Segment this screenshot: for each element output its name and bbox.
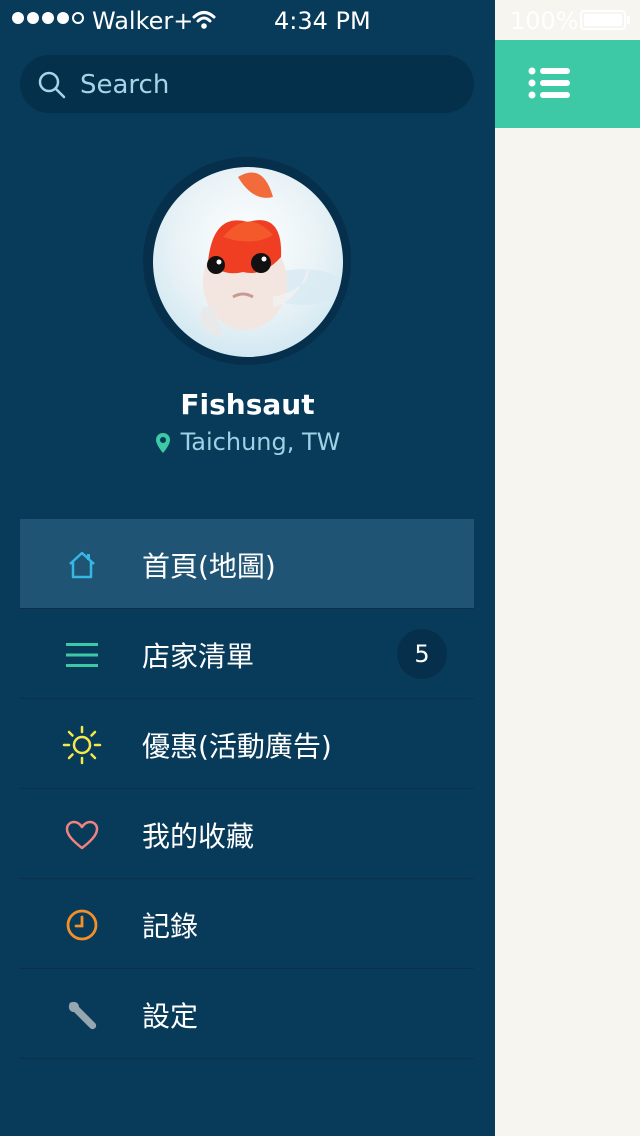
clock: 4:34 PM	[274, 7, 371, 35]
menu-item-promotions[interactable]: 優惠(活動廣告)	[20, 699, 474, 789]
wifi-icon	[192, 11, 216, 29]
menu-item-label: 記錄	[142, 910, 199, 943]
avatar[interactable]	[153, 167, 343, 357]
home-icon	[62, 545, 102, 585]
count-badge: 5	[397, 629, 447, 679]
main-content	[495, 0, 640, 1136]
menu-item-label: 我的收藏	[142, 820, 255, 853]
sun-icon	[62, 725, 102, 765]
clock-icon	[62, 905, 102, 945]
wrench-icon	[62, 995, 102, 1035]
menu-item-label: 店家清單	[142, 640, 255, 673]
signal-strength-icon	[12, 12, 84, 24]
search-icon	[38, 71, 66, 99]
status-bar: Walker+ 4:34 PM 100%	[0, 0, 640, 40]
search-bar[interactable]	[20, 55, 474, 113]
menu-item-favorites[interactable]: 我的收藏	[20, 789, 474, 879]
heart-icon	[62, 815, 102, 855]
menu-item-label: 設定	[142, 1000, 199, 1033]
battery-icon	[580, 10, 626, 30]
menu-item-label: 優惠(活動廣告)	[142, 730, 332, 763]
location-pin-icon	[155, 433, 170, 453]
profile-name: Fishsaut	[180, 388, 315, 421]
menu-item-settings[interactable]: 設定	[20, 969, 474, 1059]
menu-item-home-map[interactable]: 首頁(地圖)	[20, 519, 474, 609]
drawer-menu: 首頁(地圖) 店家清單 5 優惠(活動廣告) 我的收藏 記錄 設定	[20, 519, 474, 1059]
list-menu-icon	[528, 67, 570, 99]
menu-toggle-button[interactable]	[528, 66, 572, 100]
goldfish-image	[200, 172, 343, 337]
menu-item-label: 首頁(地圖)	[142, 550, 276, 583]
profile-location: Taichung, TW	[0, 428, 495, 456]
profile-location-text: Taichung, TW	[180, 428, 341, 456]
menu-item-store-list[interactable]: 店家清單 5	[20, 609, 474, 699]
menu-item-history[interactable]: 記錄	[20, 879, 474, 969]
search-input[interactable]	[78, 65, 462, 105]
list-icon	[62, 635, 102, 675]
battery-percentage: 100%	[510, 7, 579, 35]
carrier-name: Walker+	[92, 7, 194, 35]
